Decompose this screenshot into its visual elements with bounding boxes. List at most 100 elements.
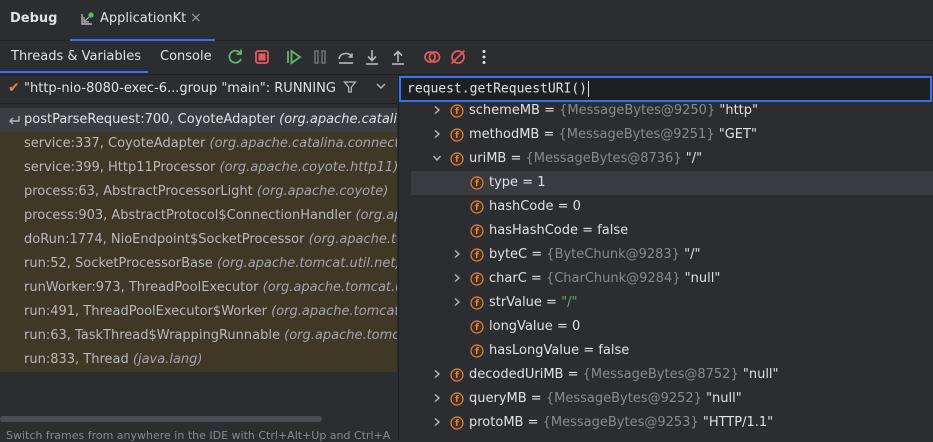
close-icon[interactable]: ×	[190, 10, 202, 26]
variable-type: {MessageBytes@8736}	[525, 151, 686, 166]
field-icon: f	[450, 152, 464, 166]
variable-value: 0	[572, 199, 581, 214]
svg-text:f: f	[475, 299, 479, 309]
variable-value: 1	[537, 175, 546, 190]
frame-package: (org.apache.tom	[308, 232, 397, 247]
chevron-right-icon[interactable]	[452, 273, 462, 283]
variable-name: longValue	[489, 319, 553, 334]
thread-label: "http-nio-8080-exec-6...group "main": RU…	[24, 81, 336, 96]
chevron-right-icon[interactable]	[452, 297, 462, 307]
frame-item[interactable]: process:63, AbstractProcessorLight (org.…	[0, 180, 397, 204]
variable-value: "GET"	[718, 127, 757, 142]
field-icon: f	[450, 368, 464, 382]
variable-name: hasLongValue	[489, 343, 580, 358]
variable-name: queryMB	[469, 391, 527, 406]
frame-item[interactable]: run:63, TaskThread$WrappingRunnable (org…	[0, 324, 397, 348]
chevron-right-icon[interactable]	[452, 249, 462, 259]
chevron-down-icon[interactable]	[432, 153, 442, 163]
variable-row[interactable]: f queryMB = {MessageBytes@9252} "null"	[399, 387, 933, 411]
frames-panel: ✔ "http-nio-8080-exec-6...group "main": …	[0, 75, 397, 442]
svg-text:f: f	[455, 419, 459, 429]
tool-window-header: Debug ApplicationKt ×	[0, 0, 933, 41]
field-icon: f	[470, 248, 484, 262]
step-over-icon[interactable]	[336, 47, 356, 67]
variable-name: type	[489, 175, 519, 190]
evaluate-expression-field[interactable]: request.getRequestURI()	[399, 76, 932, 102]
frame-item[interactable]: doRun:1774, NioEndpoint$SocketProcessor …	[0, 228, 397, 252]
chevron-right-icon[interactable]	[432, 417, 442, 427]
frame-method: run:52, SocketProcessorBase	[24, 256, 213, 271]
variable-row[interactable]: f decodedUriMB = {MessageBytes@8752} "nul…	[399, 363, 933, 387]
text-caret	[588, 81, 590, 97]
variable-row[interactable]: f strValue = "/"	[399, 291, 933, 315]
thread-status-check-icon: ✔	[8, 80, 20, 96]
variable-type: {MessageBytes@9252}	[545, 391, 707, 406]
frame-package: (org.apa	[355, 208, 397, 223]
frame-package: (org.apache.tomcat.util.net)	[216, 256, 397, 271]
field-icon: f	[470, 320, 484, 334]
svg-text:f: f	[455, 107, 459, 117]
frame-item[interactable]: runWorker:973, ThreadPoolExecutor (org.a…	[0, 276, 397, 300]
frames-list: postParseRequest:700, CoyoteAdapter (org…	[0, 108, 397, 372]
chevron-down-icon[interactable]	[375, 80, 387, 92]
variable-row[interactable]: f charC = {CharChunk@9284} "null"	[399, 267, 933, 291]
step-into-icon[interactable]	[362, 47, 382, 67]
frame-package: (org.apache.catalina	[279, 112, 397, 127]
frame-method: process:903, AbstractProtocol$Connection…	[24, 208, 352, 223]
variable-row[interactable]: f hasLongValue = false	[399, 339, 933, 363]
horizontal-scrollbar[interactable]	[0, 416, 322, 422]
variable-type: {MessageBytes@9250}	[559, 104, 720, 118]
rerun-icon[interactable]	[226, 47, 246, 67]
variable-value: "/"	[684, 247, 701, 262]
variable-type: {MessageBytes@8752}	[582, 367, 743, 382]
frame-item[interactable]: run:52, SocketProcessorBase (org.apache.…	[0, 252, 397, 276]
svg-text:f: f	[455, 395, 459, 405]
tab-application-kt[interactable]: ApplicationKt ×	[70, 0, 215, 41]
variable-value: "HTTP/1.1"	[702, 415, 774, 430]
stop-icon[interactable]	[252, 47, 272, 67]
variable-row[interactable]: f longValue = 0	[399, 315, 933, 339]
resume-icon[interactable]	[284, 47, 304, 67]
variable-name: hashCode	[489, 199, 554, 214]
svg-text:f: f	[475, 227, 479, 237]
mute-breakpoints-icon[interactable]	[448, 47, 468, 67]
thread-selector[interactable]: ✔ "http-nio-8080-exec-6...group "main": …	[0, 75, 397, 104]
frame-item[interactable]: postParseRequest:700, CoyoteAdapter (org…	[0, 108, 397, 132]
frame-package: (org.apache.coyote.http11)	[219, 160, 397, 175]
frame-item[interactable]: run:833, Thread (java.lang)	[0, 348, 397, 372]
variable-row[interactable]: f schemeMB = {MessageBytes@9250} "http"	[399, 104, 933, 123]
frame-method: service:399, Http11Processor	[24, 160, 216, 175]
variable-row[interactable]: f protoMB = {MessageBytes@9253} "HTTP/1.1…	[399, 411, 933, 435]
variable-row[interactable]: f methodMB = {MessageBytes@9251} "GET"	[399, 123, 933, 147]
chevron-right-icon[interactable]	[432, 129, 442, 139]
variable-row[interactable]: f hashCode = 0	[399, 195, 933, 219]
chevron-right-icon[interactable]	[432, 105, 442, 115]
variable-row[interactable]: f byteC = {ByteChunk@9283} "/"	[399, 243, 933, 267]
frame-method: process:63, AbstractProcessorLight	[24, 184, 253, 199]
variable-name: uriMB	[469, 151, 507, 166]
variable-value: false	[598, 343, 630, 358]
chevron-right-icon[interactable]	[432, 369, 442, 379]
variable-row[interactable]: f hasHashCode = false	[399, 219, 933, 243]
kotlin-run-config-icon	[81, 12, 94, 25]
variable-name: hasHashCode	[489, 223, 579, 238]
frame-item[interactable]: service:337, CoyoteAdapter (org.apache.c…	[0, 132, 397, 156]
chevron-right-icon[interactable]	[432, 393, 442, 403]
tab-threads-variables[interactable]: Threads & Variables	[11, 49, 141, 64]
field-icon: f	[470, 176, 484, 190]
variable-row[interactable]: f type = 1	[411, 171, 933, 195]
variable-row[interactable]: f uriMB = {MessageBytes@8736} "/"	[399, 147, 933, 171]
frame-item[interactable]: process:903, AbstractProtocol$Connection…	[0, 204, 397, 228]
tab-console[interactable]: Console	[160, 49, 212, 64]
field-icon: f	[470, 296, 484, 310]
variable-value: "http"	[719, 104, 759, 118]
frame-item[interactable]: run:491, ThreadPoolExecutor$Worker (org.…	[0, 300, 397, 324]
variable-name: byteC	[489, 247, 528, 262]
more-icon[interactable]	[474, 47, 494, 67]
filter-icon[interactable]	[343, 80, 357, 94]
pause-icon[interactable]	[310, 47, 330, 67]
view-breakpoints-icon[interactable]	[422, 47, 442, 67]
step-out-icon[interactable]	[388, 47, 408, 67]
tab-label: ApplicationKt	[100, 11, 187, 26]
frame-item[interactable]: service:399, Http11Processor (org.apache…	[0, 156, 397, 180]
